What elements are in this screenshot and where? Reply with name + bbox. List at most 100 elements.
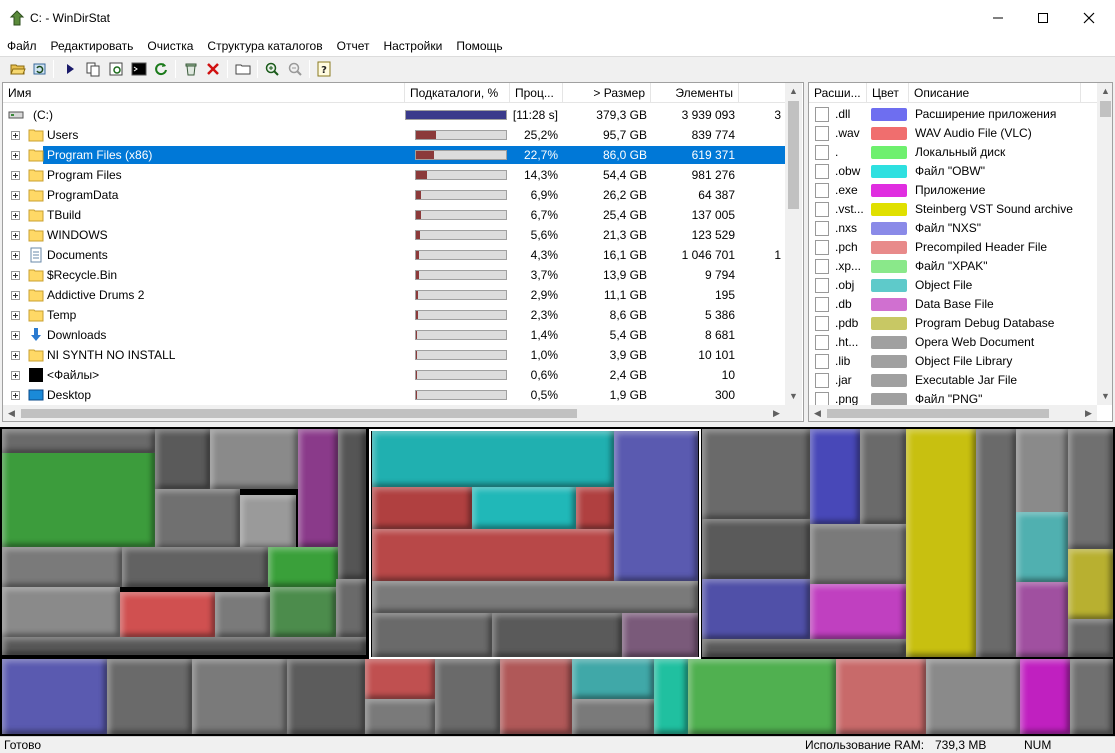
expand-toggle[interactable]	[11, 251, 20, 260]
expand-toggle[interactable]	[11, 351, 20, 360]
treemap-block[interactable]	[572, 699, 654, 734]
tree-row[interactable]: <Файлы> 0,6% 2,4 GB 10	[3, 365, 785, 385]
treemap-block[interactable]	[2, 637, 366, 655]
tree-vertical-scrollbar[interactable]: ▲ ▼	[785, 83, 802, 405]
tree-row[interactable]: Documents 4,3% 16,1 GB 1 046 701 1	[3, 245, 785, 265]
menu-cleanup[interactable]: Очистка	[140, 36, 200, 56]
treemap-block[interactable]	[365, 699, 435, 734]
tree-row[interactable]: WINDOWS 5,6% 21,3 GB 123 529	[3, 225, 785, 245]
expand-toggle[interactable]	[11, 271, 20, 280]
scroll-left-arrow[interactable]: ◀	[809, 405, 826, 421]
properties-button[interactable]	[234, 60, 252, 78]
expand-toggle[interactable]	[11, 171, 20, 180]
expand-toggle[interactable]	[11, 151, 20, 160]
treemap-block[interactable]	[860, 429, 906, 524]
column-header-size[interactable]: > Размер	[563, 83, 651, 103]
treemap-block[interactable]	[836, 659, 926, 734]
extension-hscroll-thumb[interactable]	[827, 409, 1049, 418]
column-header-items[interactable]: Элементы	[651, 83, 739, 103]
tree-row[interactable]: Program Files 14,3% 54,4 GB 981 276	[3, 165, 785, 185]
treemap-block[interactable]	[810, 429, 860, 524]
tree-vscroll-thumb[interactable]	[788, 101, 799, 209]
extension-row[interactable]: .db Data Base File	[809, 295, 1097, 314]
command-prompt-button[interactable]	[130, 60, 148, 78]
treemap-block[interactable]	[120, 592, 215, 637]
column-header-extension[interactable]: Расши...	[809, 83, 867, 103]
extension-row[interactable]: .obw Файл "OBW"	[809, 162, 1097, 181]
treemap-block[interactable]	[287, 659, 365, 734]
treemap-block[interactable]	[1068, 549, 1113, 619]
play-button[interactable]	[61, 60, 79, 78]
extension-vscroll-thumb[interactable]	[1100, 101, 1111, 117]
treemap-block[interactable]	[2, 587, 120, 637]
scroll-up-arrow[interactable]: ▲	[1097, 83, 1112, 100]
extension-row[interactable]: . Локальный диск	[809, 143, 1097, 162]
explorer-button[interactable]	[107, 60, 125, 78]
treemap-block[interactable]	[298, 429, 338, 547]
treemap-block[interactable]	[976, 429, 1016, 657]
tree-row[interactable]: Temp 2,3% 8,6 GB 5 386	[3, 305, 785, 325]
treemap-block[interactable]	[572, 659, 654, 699]
treemap-block[interactable]	[270, 587, 336, 637]
treemap-block[interactable]	[688, 659, 836, 734]
treemap-block[interactable]	[654, 659, 688, 734]
treemap-block[interactable]	[1068, 619, 1113, 657]
expand-toggle[interactable]	[11, 331, 20, 340]
treemap-block[interactable]	[702, 579, 810, 639]
menu-options[interactable]: Настройки	[376, 36, 449, 56]
treemap-block[interactable]	[215, 592, 270, 637]
recycle-button[interactable]	[182, 60, 200, 78]
extension-horizontal-scrollbar[interactable]: ◀ ▶	[809, 405, 1097, 421]
treemap-block[interactable]	[336, 579, 366, 637]
extension-row[interactable]: .ht... Opera Web Document	[809, 333, 1097, 352]
treemap-block[interactable]	[926, 659, 1020, 734]
scroll-right-arrow[interactable]: ▶	[1080, 405, 1097, 421]
expand-toggle[interactable]	[11, 391, 20, 400]
tree-row[interactable]: TBuild 6,7% 25,4 GB 137 005	[3, 205, 785, 225]
treemap-block[interactable]	[435, 659, 500, 734]
open-button[interactable]	[9, 60, 27, 78]
menu-edit[interactable]: Редактировать	[44, 36, 141, 56]
menu-report[interactable]: Отчет	[330, 36, 377, 56]
expand-toggle[interactable]	[11, 131, 20, 140]
treemap-block[interactable]	[1020, 659, 1070, 734]
tree-row[interactable]: Program Files (x86) 22,7% 86,0 GB 619 371	[3, 145, 787, 165]
treemap-block[interactable]	[702, 429, 810, 519]
expand-toggle[interactable]	[11, 371, 20, 380]
expand-toggle[interactable]	[11, 211, 20, 220]
treemap-block[interactable]	[500, 659, 572, 734]
scroll-down-arrow[interactable]: ▼	[785, 388, 802, 405]
extension-row[interactable]: .lib Object File Library	[809, 352, 1097, 371]
treemap-block[interactable]	[192, 659, 287, 734]
menu-file[interactable]: Файл	[0, 36, 44, 56]
tree-row[interactable]: $Recycle.Bin 3,7% 13,9 GB 9 794	[3, 265, 785, 285]
treemap-block[interactable]	[338, 429, 366, 579]
column-header-description[interactable]: Описание	[909, 83, 1081, 103]
expand-toggle[interactable]	[11, 231, 20, 240]
maximize-button[interactable]	[1020, 0, 1066, 36]
refresh-button[interactable]	[152, 60, 170, 78]
treemap-block[interactable]	[2, 659, 107, 734]
treemap-block[interactable]	[1016, 582, 1068, 657]
tree-hscroll-thumb[interactable]	[21, 409, 577, 418]
column-header-percent[interactable]: Проц...	[510, 83, 563, 103]
treemap-block[interactable]	[810, 524, 906, 584]
help-button[interactable]: ?	[315, 60, 333, 78]
expand-toggle[interactable]	[11, 311, 20, 320]
tree-row[interactable]: Downloads 1,4% 5,4 GB 8 681	[3, 325, 785, 345]
scroll-right-arrow[interactable]: ▶	[768, 405, 785, 421]
extension-row[interactable]: .vst... Steinberg VST Sound archive	[809, 200, 1097, 219]
treemap-block[interactable]	[2, 429, 155, 453]
treemap-block[interactable]	[1070, 659, 1113, 734]
tree-horizontal-scrollbar[interactable]: ◀ ▶	[3, 405, 785, 421]
extension-row[interactable]: .jar Executable Jar File	[809, 371, 1097, 390]
scroll-down-arrow[interactable]: ▼	[1097, 388, 1112, 405]
copy-button[interactable]	[84, 60, 102, 78]
extension-row[interactable]: .pdb Program Debug Database	[809, 314, 1097, 333]
extension-row[interactable]: .wav WAV Audio File (VLC)	[809, 124, 1097, 143]
tree-row[interactable]: Desktop 0,5% 1,9 GB 300	[3, 385, 785, 405]
extension-row[interactable]: .exe Приложение	[809, 181, 1097, 200]
treemap-block[interactable]	[240, 495, 296, 549]
tree-root-row[interactable]: (C:) [11:28 s] 379,3 GB 3 939 093 3	[3, 105, 785, 125]
minimize-button[interactable]	[975, 0, 1021, 36]
